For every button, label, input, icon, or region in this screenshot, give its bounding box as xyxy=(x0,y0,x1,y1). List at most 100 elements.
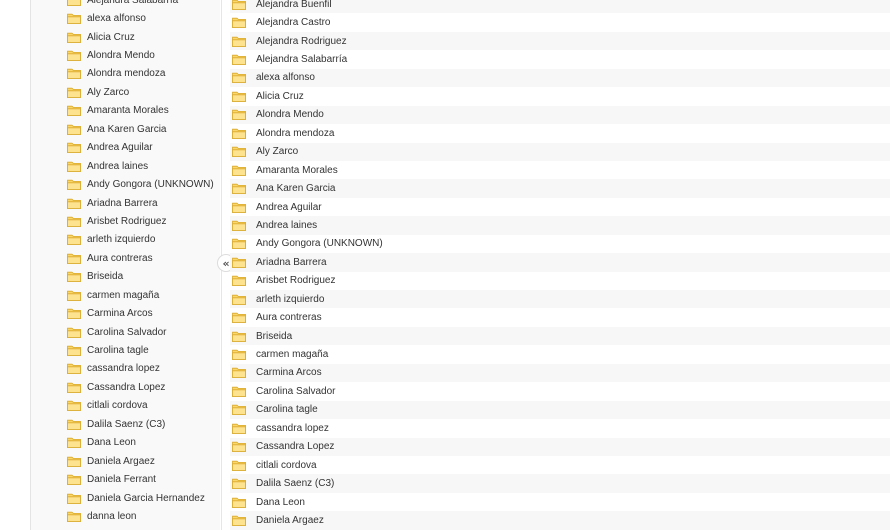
folder-icon xyxy=(67,438,81,449)
folder-icon xyxy=(67,364,81,375)
sidebar-folder-item[interactable]: Carolina Salvador xyxy=(31,323,220,341)
sidebar-folder-item[interactable]: Andy Gongora (UNKNOWN) xyxy=(31,175,220,193)
folder-name: Amaranta Morales xyxy=(256,164,338,176)
folder-row[interactable]: Alejandra Salabarría xyxy=(230,50,890,68)
folder-name: Alondra Mendo xyxy=(256,109,324,121)
sidebar-folder-item[interactable]: Daniela Argaez xyxy=(31,452,220,470)
folder-row[interactable]: citlali cordova xyxy=(230,456,890,474)
folder-name: Briseida xyxy=(87,271,124,283)
folder-row[interactable]: Cassandra Lopez xyxy=(230,437,890,456)
folder-icon xyxy=(232,331,246,342)
folder-tree-sidebar[interactable]: Alejandra Salabarría alexa alfonso Alicia … xyxy=(31,0,220,530)
folder-row[interactable]: Briseida xyxy=(230,326,890,346)
folder-name: Dalila Saenz (C3) xyxy=(87,418,166,430)
sidebar-folder-item[interactable]: Ariadna Barrera xyxy=(31,194,220,212)
folder-row[interactable]: Alondra Mendo xyxy=(230,105,890,125)
folder-icon xyxy=(67,327,81,338)
folder-name: Andrea laines xyxy=(256,219,318,231)
folder-icon xyxy=(232,73,246,84)
sidebar-folder-item[interactable]: Carmina Arcos xyxy=(31,304,220,322)
folder-name: Arisbet Rodriguez xyxy=(87,215,167,227)
folder-content-list[interactable]: Alejandra Buenfil Alejandra Castro Alejand… xyxy=(230,0,890,530)
folder-icon xyxy=(67,474,81,485)
sidebar-folder-item[interactable]: Arisbet Rodriguez xyxy=(31,212,220,230)
folder-row[interactable]: Alicia Cruz xyxy=(230,87,890,105)
folder-icon xyxy=(67,143,81,154)
folder-icon xyxy=(67,179,81,190)
folder-name: Dana Leon xyxy=(256,496,305,508)
sidebar-folder-item[interactable]: Daniela Garcia Hernandez xyxy=(31,489,220,507)
sidebar-folder-item[interactable]: Andrea Aguilar xyxy=(31,139,220,157)
folder-icon xyxy=(232,276,246,287)
folder-row[interactable]: Andy Gongora (UNKNOWN) xyxy=(230,235,890,253)
folder-row[interactable]: Andrea Aguilar xyxy=(230,198,890,216)
sidebar-folder-item[interactable]: Amaranta Morales xyxy=(31,102,220,120)
folder-name: Andy Gongora (UNKNOWN) xyxy=(87,179,214,191)
sidebar-folder-item[interactable]: Aly Zarco xyxy=(31,83,220,101)
folder-icon xyxy=(67,419,81,430)
folder-row[interactable]: Aura contreras xyxy=(230,308,890,326)
folder-row[interactable]: Alejandra Castro xyxy=(230,13,890,31)
folder-row[interactable]: Alejandra Buenfil xyxy=(230,0,890,14)
sidebar-folder-item[interactable]: Dana Leon xyxy=(31,434,220,452)
sidebar-folder-item[interactable]: alexa alfonso xyxy=(31,9,220,27)
folder-row[interactable]: Ana Karen Garcia xyxy=(230,179,890,198)
sidebar-folder-item[interactable]: Cassandra Lopez xyxy=(31,378,220,396)
folder-name: Briseida xyxy=(256,330,293,342)
sidebar-folder-item[interactable]: Alejandra Salabarría xyxy=(31,0,220,9)
folder-icon xyxy=(232,17,246,29)
sidebar-folder-item[interactable]: citlali cordova xyxy=(31,397,220,415)
sidebar-folder-item[interactable]: Daniela Ferrant xyxy=(31,470,220,488)
folder-icon xyxy=(232,91,246,102)
folder-row[interactable]: arleth izquierdo xyxy=(230,290,890,309)
folder-row[interactable]: Ariadna Barrera xyxy=(230,253,890,272)
folder-icon xyxy=(67,87,81,98)
folder-icon xyxy=(232,423,246,434)
folder-row[interactable]: Alondra mendoza xyxy=(230,124,890,142)
sidebar-folder-item[interactable]: Carolina tagle xyxy=(31,341,220,359)
folder-row[interactable]: Andrea laines xyxy=(230,216,890,235)
folder-row[interactable]: Dana Leon xyxy=(230,493,890,511)
folder-name: cassandra lopez xyxy=(256,422,329,434)
folder-icon xyxy=(232,368,246,379)
folder-row[interactable]: Dalila Saenz (C3) xyxy=(230,474,890,493)
folder-name: Andrea Aguilar xyxy=(87,142,153,154)
folder-icon xyxy=(67,0,81,6)
sidebar-folder-item[interactable]: Alondra Mendo xyxy=(31,46,220,64)
folder-row[interactable]: cassandra lopez xyxy=(230,419,890,437)
folder-icon xyxy=(232,349,246,360)
sidebar-folder-item[interactable]: danna leon xyxy=(31,507,220,525)
folder-name: Aly Zarco xyxy=(87,86,130,98)
folder-row[interactable]: Daniela Argaez xyxy=(230,511,890,530)
sidebar-folder-item[interactable]: carmen magaña xyxy=(31,286,220,304)
folder-icon xyxy=(232,110,246,121)
folder-icon xyxy=(232,312,246,324)
sidebar-folder-item[interactable]: cassandra lopez xyxy=(31,360,220,378)
folder-row[interactable]: alexa alfonso xyxy=(230,68,890,88)
sidebar-folder-item[interactable]: Andrea laines xyxy=(31,157,220,175)
folder-icon xyxy=(232,515,246,526)
sidebar-folder-item[interactable]: Alicia Cruz xyxy=(31,28,220,46)
folder-name: Ariadna Barrera xyxy=(87,197,158,209)
folder-row[interactable]: Alejandra Rodriguez xyxy=(230,31,890,51)
sidebar-folder-item[interactable]: arleth izquierdo xyxy=(31,231,220,249)
folder-row[interactable]: Carolina tagle xyxy=(230,400,890,420)
sidebar-folder-item[interactable]: Aura contreras xyxy=(31,249,220,267)
folder-icon xyxy=(232,147,246,158)
sidebar-folder-item[interactable]: Briseida xyxy=(31,268,220,286)
folder-row[interactable]: Carolina Salvador xyxy=(230,382,890,400)
folder-row[interactable]: Amaranta Morales xyxy=(230,161,890,179)
folder-row[interactable]: carmen magaña xyxy=(230,345,890,363)
folder-icon xyxy=(232,36,246,47)
folder-row[interactable]: Aly Zarco xyxy=(230,142,890,161)
sidebar-folder-item[interactable]: Alondra mendoza xyxy=(31,65,220,83)
folder-row[interactable]: Arisbet Rodriguez xyxy=(230,272,890,290)
folder-icon xyxy=(67,401,81,412)
folder-row[interactable]: Carmina Arcos xyxy=(230,363,890,383)
folder-icon xyxy=(67,345,81,356)
folder-icon xyxy=(67,69,81,80)
sidebar-folder-item[interactable]: Ana Karen Garcia xyxy=(31,120,220,138)
sidebar-folder-item[interactable]: Dalila Saenz (C3) xyxy=(31,415,220,433)
folder-name: Daniela Garcia Hernandez xyxy=(87,492,205,504)
folder-name: arleth izquierdo xyxy=(87,234,156,246)
